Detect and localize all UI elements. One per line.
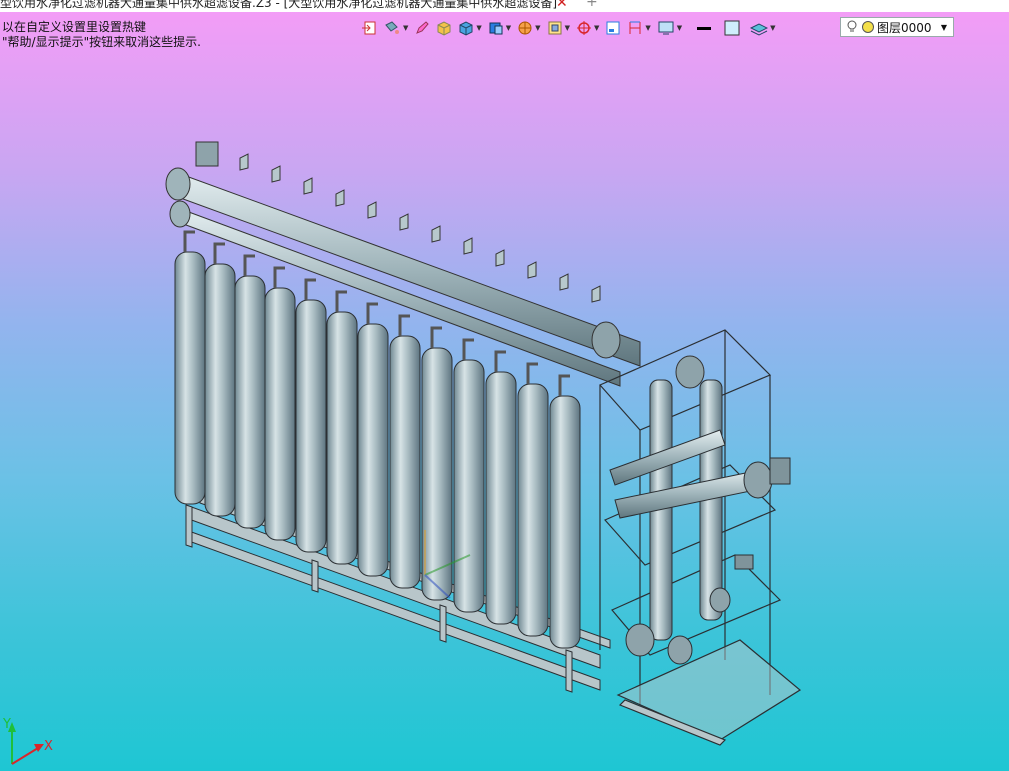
membrane-column [326,290,358,565]
membrane-column [357,302,389,577]
membrane-column [517,362,549,637]
rack-piping [609,379,791,665]
axis-triad: X Y [2,717,53,765]
membrane-column [421,326,453,601]
membrane-column [174,230,206,505]
model-viewport[interactable]: X Y [0,0,1009,771]
membrane-column [295,278,327,553]
membrane-column [549,374,581,649]
membrane-column [389,314,421,589]
membrane-column [204,242,236,517]
membrane-column [234,254,266,529]
membrane-column [485,350,517,625]
y-axis-label: Y [2,717,11,732]
membrane-column [453,338,485,613]
x-axis-label: X [44,739,53,754]
membrane-column [264,266,296,541]
